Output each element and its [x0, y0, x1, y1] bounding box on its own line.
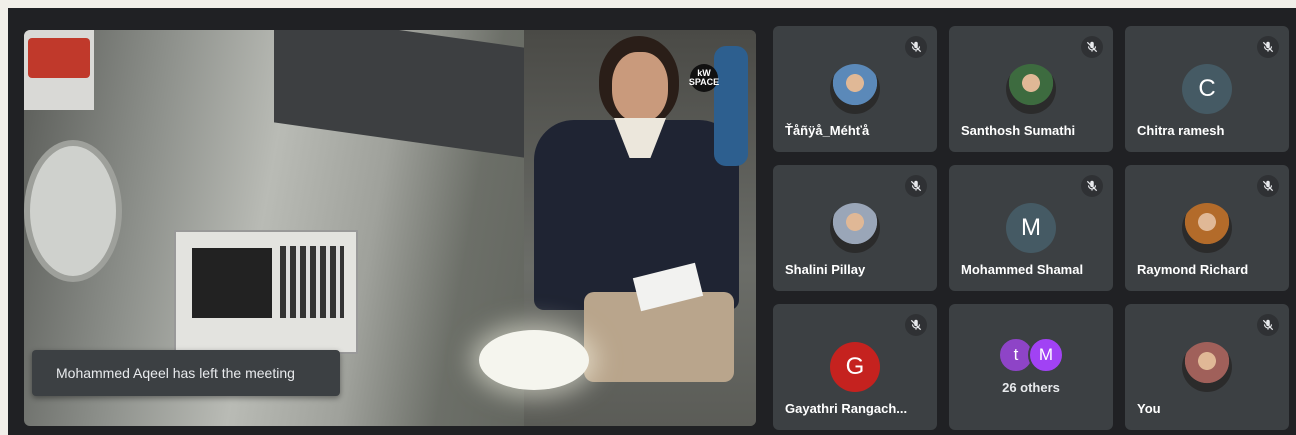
avatar	[830, 203, 880, 253]
mic-muted-icon	[1081, 36, 1103, 58]
left-meeting-notification: Mohammed Aqeel has left the meeting	[32, 350, 340, 396]
avatar	[1182, 203, 1232, 253]
porthole-hatch	[24, 140, 122, 282]
participant-name: Raymond Richard	[1137, 262, 1249, 277]
laptop-screen	[274, 30, 524, 158]
background-astronaut	[714, 46, 748, 166]
participant-name: Mohammed Shamal	[961, 262, 1084, 277]
mic-muted-icon	[1257, 36, 1279, 58]
participant-tile[interactable]: G Gayathri Rangach...	[773, 304, 937, 430]
avatar: M	[1006, 203, 1056, 253]
others-count-label: 26 others	[1002, 380, 1060, 395]
participant-name: Ťåñÿå_Méhťå	[785, 123, 870, 138]
participant-tile[interactable]: C Chitra ramesh	[1125, 26, 1289, 152]
avatar: G	[830, 342, 880, 392]
others-avatar-stack: tM	[949, 337, 1113, 373]
participant-tile[interactable]: Raymond Richard	[1125, 165, 1289, 291]
mic-muted-icon	[905, 36, 927, 58]
others-tile[interactable]: t M 26 others	[949, 304, 1113, 430]
participant-name: Shalini Pillay	[785, 262, 866, 277]
channel-watermark: kW SPACE	[689, 64, 719, 92]
mic-muted-icon	[1257, 314, 1279, 336]
presenter-face	[612, 52, 668, 122]
light-glare	[479, 330, 589, 390]
control-screen	[192, 248, 272, 318]
notification-text: Mohammed Aqeel has left the meeting	[56, 365, 295, 381]
meeting-window: kW SPACE Mohammed Aqeel has left the mee…	[8, 8, 1296, 435]
mic-muted-icon	[905, 175, 927, 197]
participant-tile[interactable]: Ťåñÿå_Méhťå	[773, 26, 937, 152]
participant-name: Gayathri Rangach...	[785, 401, 908, 416]
red-container	[28, 38, 90, 78]
mic-muted-icon	[1257, 175, 1279, 197]
participant-tile[interactable]: Shalini Pillay	[773, 165, 937, 291]
mic-muted-icon	[905, 314, 927, 336]
mic-muted-icon	[1081, 175, 1103, 197]
participant-name: Santhosh Sumathi	[961, 123, 1076, 138]
avatar	[1006, 64, 1056, 114]
avatar	[1182, 342, 1232, 392]
keypad	[280, 246, 344, 318]
participant-tile[interactable]: M Mohammed Shamal	[949, 165, 1113, 291]
participant-name: You	[1137, 401, 1161, 416]
avatar	[830, 64, 880, 114]
participant-tile[interactable]: You	[1125, 304, 1289, 430]
avatar: C	[1182, 64, 1232, 114]
mini-avatar: M	[1028, 337, 1064, 373]
presenter-video[interactable]: kW SPACE Mohammed Aqeel has left the mee…	[24, 30, 756, 426]
participant-name: Chitra ramesh	[1137, 123, 1225, 138]
participant-tile[interactable]: Santhosh Sumathi	[949, 26, 1113, 152]
